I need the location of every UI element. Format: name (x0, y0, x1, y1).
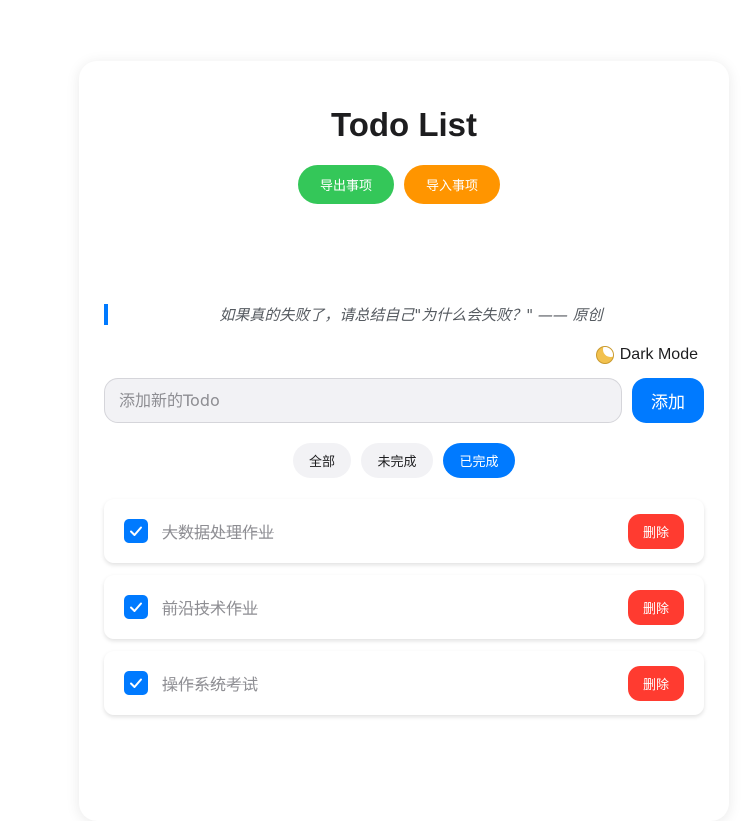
delete-button[interactable]: 删除 (628, 513, 684, 549)
filter-completed-button[interactable]: 已完成 (443, 443, 515, 478)
todo-text: 操作系统考试 (162, 675, 259, 694)
import-export-toolbar: 导出事项 导入事项 (298, 165, 500, 204)
page-title: Todo List (330, 106, 478, 143)
add-button[interactable]: 添加 (632, 378, 704, 423)
dark-mode-label: Dark Mode (619, 346, 698, 363)
checkmark-icon (130, 602, 142, 612)
checkmark-icon (130, 526, 142, 536)
todo-text: 大数据处理作业 (162, 523, 275, 542)
filter-bar: 全部 未完成 已完成 (293, 443, 515, 478)
quote-text: 如果真的失败了，请总结自己"为什么会失败？" —— 原创 (219, 306, 603, 324)
delete-button[interactable]: 删除 (628, 589, 684, 625)
moon-icon (595, 346, 614, 364)
export-button[interactable]: 导出事项 (298, 165, 394, 204)
checkbox[interactable] (124, 519, 148, 543)
filter-active-button[interactable]: 未完成 (361, 443, 433, 478)
dark-mode-toggle[interactable]: Dark Mode (595, 346, 698, 364)
todo-text: 前沿技术作业 (162, 599, 259, 618)
quote-block: 如果真的失败了，请总结自己"为什么会失败？" —— 原创 (104, 304, 704, 325)
import-button[interactable]: 导入事项 (404, 165, 500, 204)
checkbox[interactable] (124, 595, 148, 619)
new-todo-input[interactable] (104, 378, 622, 423)
checkmark-icon (130, 678, 142, 688)
todo-item: 前沿技术作业 删除 (104, 575, 704, 639)
filter-all-button[interactable]: 全部 (293, 443, 351, 478)
checkbox[interactable] (124, 671, 148, 695)
todo-item: 大数据处理作业 删除 (104, 499, 704, 563)
todo-item: 操作系统考试 删除 (104, 651, 704, 715)
delete-button[interactable]: 删除 (628, 665, 684, 701)
